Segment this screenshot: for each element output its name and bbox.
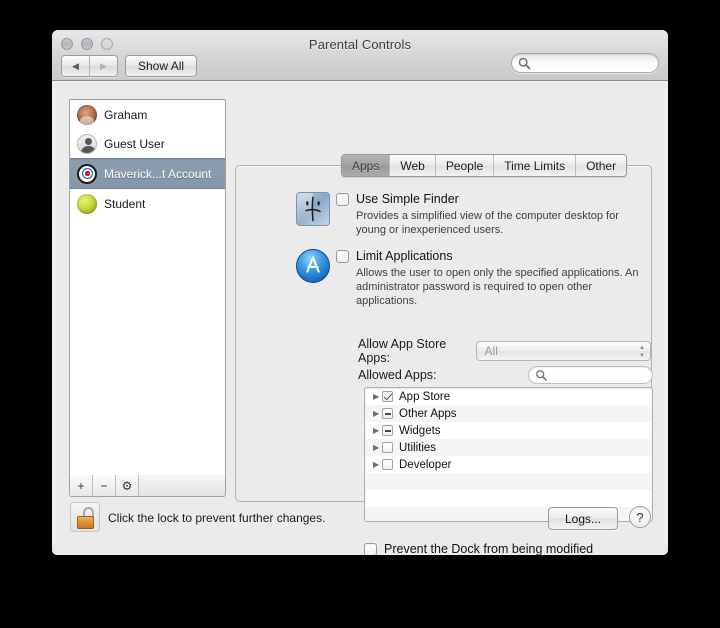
lock-body-icon [77,516,94,529]
chevron-updown-icon: ▲ ▼ [639,345,645,359]
tab-time-limits[interactable]: Time Limits [494,155,577,176]
parental-controls-window: Parental Controls ◀ ▶ Show All Graham Gu… [52,30,668,555]
allowed-apps-label: Allowed Apps: [358,368,437,382]
logs-button[interactable]: Logs... [547,507,618,530]
user-name: Guest User [104,136,165,151]
remove-user-button[interactable]: − [93,475,116,496]
allowed-apps-row: Allowed Apps: [358,366,653,384]
toolbar-search-input[interactable] [534,55,648,71]
finder-icon-wrap [296,192,336,237]
disclosure-triangle-icon[interactable]: ▶ [373,460,382,469]
prevent-dock-label: Prevent the Dock from being modified [384,542,594,555]
search-icon [518,57,531,69]
simple-finder-description: Provides a simplified view of the comput… [356,210,619,236]
user-list-toolbar: + − ⚙ [69,475,226,497]
user-row-guest[interactable]: Guest User [70,129,225,158]
navigation-buttons: ◀ ▶ [61,55,118,77]
allowed-apps-search-input[interactable] [550,368,649,382]
lock-help-text: Click the lock to prevent further change… [108,511,326,525]
app-store-icon-wrap [296,249,336,308]
show-all-button[interactable]: Show All [125,55,198,77]
finder-icon [296,192,330,226]
app-store-icon [296,249,330,283]
prevent-dock-row[interactable]: Prevent the Dock from being modified [364,542,593,555]
list-item[interactable]: ▶ Widgets [365,422,652,439]
target-avatar-icon [77,163,97,184]
back-button[interactable]: ◀ [62,56,90,76]
add-user-button[interactable]: + [70,475,93,496]
allowed-apps-search-field[interactable] [528,366,653,384]
user-row-student[interactable]: Student [70,189,225,218]
photo-avatar-icon [77,104,97,125]
lock-button[interactable] [70,502,100,532]
disclosure-triangle-icon[interactable]: ▶ [373,443,382,452]
simple-finder-option: Use Simple Finder Provides a simplified … [296,192,636,237]
tennis-ball-avatar-icon [77,193,97,214]
apps-tab-panel: Use Simple Finder Provides a simplified … [235,165,653,555]
tab-web[interactable]: Web [390,155,436,176]
window-body: Graham Guest User Maverick...t Account S… [52,81,668,555]
forward-button[interactable]: ▶ [90,56,117,76]
row-label: Developer [399,458,452,471]
help-button[interactable]: ? [629,506,651,528]
allow-app-store-dropdown[interactable]: All ▲ ▼ [475,341,651,361]
settings-gear-button[interactable]: ⚙ [116,475,139,496]
disclosure-triangle-icon[interactable]: ▶ [373,426,382,435]
toolbar-search-field[interactable] [511,53,659,73]
disclosure-triangle-icon[interactable]: ▶ [373,409,382,418]
prevent-dock-checkbox[interactable] [364,543,377,555]
window-titlebar: Parental Controls ◀ ▶ Show All [52,30,668,81]
row-label: Utilities [399,441,437,454]
row-checkbox[interactable] [382,391,393,402]
window-title: Parental Controls [308,37,412,52]
guest-silhouette-avatar-icon [77,133,97,154]
allowed-apps-list[interactable]: ▶ App Store ▶ Other Apps ▶ Widgets ▶ Uti… [364,387,653,522]
list-item[interactable]: ▶ Other Apps [365,405,652,422]
allow-app-store-row: Allow App Store Apps: All ▲ ▼ [358,337,651,365]
user-name: Maverick...t Account [104,166,212,181]
simple-finder-checkbox-row[interactable]: Use Simple Finder [336,192,636,206]
search-icon [536,369,547,381]
list-item[interactable]: ▶ Utilities [365,439,652,456]
user-name: Student [104,196,146,211]
allow-app-store-label: Allow App Store Apps: [358,337,447,365]
limit-applications-checkbox[interactable] [336,250,349,263]
tab-apps[interactable]: Apps [342,155,391,176]
list-item[interactable]: ▶ App Store [365,388,652,405]
row-checkbox[interactable] [382,459,393,470]
row-label: App Store [399,390,451,403]
limit-applications-label: Limit Applications [356,249,453,263]
row-checkbox[interactable] [382,425,393,436]
user-row-maverick[interactable]: Maverick...t Account [70,158,225,189]
row-label: Widgets [399,424,441,437]
row-label: Other Apps [399,407,457,420]
limit-applications-description: Allows the user to open only the specifi… [356,267,639,307]
row-checkbox[interactable] [382,408,393,419]
list-empty-row [365,490,652,507]
user-list: Graham Guest User Maverick...t Account S… [69,99,226,476]
simple-finder-label: Use Simple Finder [356,192,459,206]
row-checkbox[interactable] [382,442,393,453]
simple-finder-checkbox[interactable] [336,193,349,206]
disclosure-triangle-icon[interactable]: ▶ [373,392,382,401]
allow-app-store-value: All [484,344,498,358]
tab-people[interactable]: People [435,155,495,176]
list-empty-row [365,473,652,490]
tab-other[interactable]: Other [576,155,627,176]
tab-bar: Apps Web People Time Limits Other [341,154,628,177]
user-row-graham[interactable]: Graham [70,100,225,129]
user-name: Graham [104,107,148,122]
limit-applications-option: Limit Applications Allows the user to op… [296,249,641,308]
limit-applications-checkbox-row[interactable]: Limit Applications [336,249,641,263]
list-item[interactable]: ▶ Developer [365,456,652,473]
